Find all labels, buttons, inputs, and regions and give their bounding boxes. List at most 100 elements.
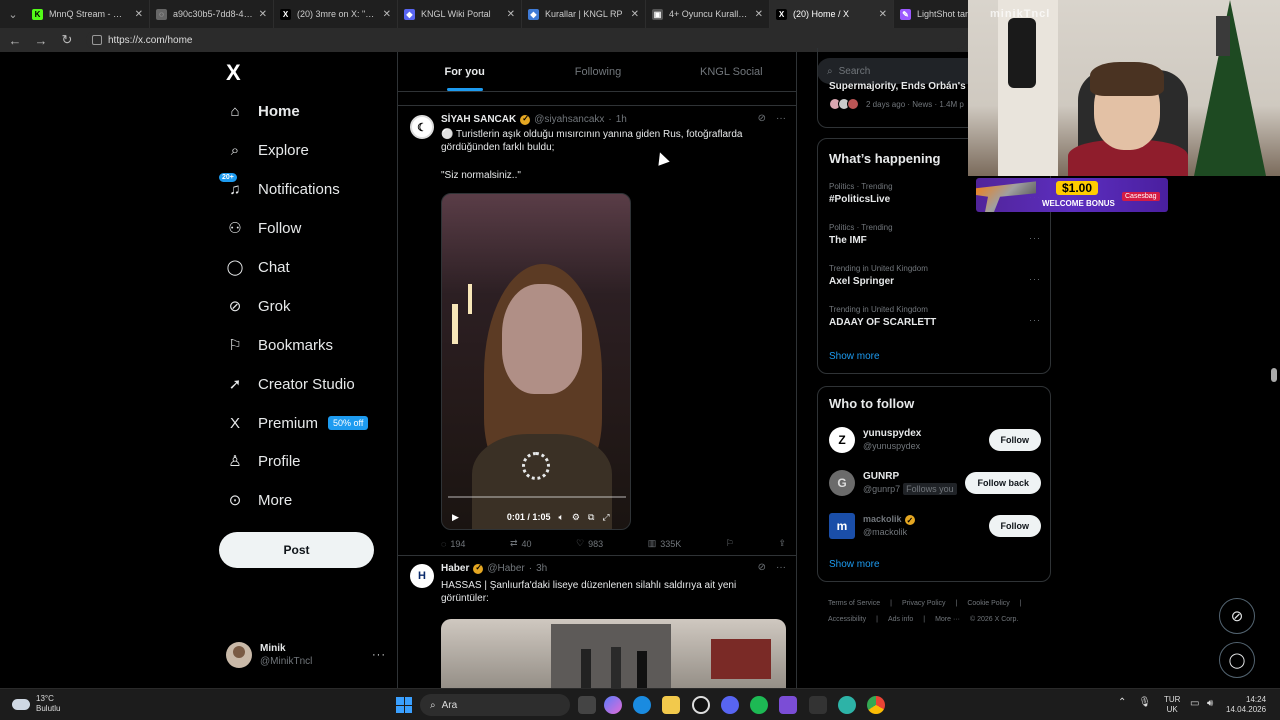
url-field[interactable]: https://x.com/home [86, 31, 966, 49]
browser-tab[interactable]: X (20) Home / X ✕ [770, 0, 894, 28]
footer-link[interactable]: More ··· [935, 612, 960, 628]
follow-button[interactable]: Follow [988, 515, 1041, 537]
nav-item-premium[interactable]: X Premium 50% off [226, 408, 369, 438]
browser-tab[interactable]: ◆ KNGL Wiki Portal ✕ [398, 0, 522, 28]
more-icon[interactable]: ··· [776, 562, 786, 573]
views-button[interactable]: ▥ 335K [648, 538, 682, 549]
browser-tab[interactable]: K MnnQ Stream - Watch L ✕ [26, 0, 150, 28]
share-button[interactable]: ⇪ [778, 538, 786, 549]
footer-link[interactable]: Cookie Policy [967, 596, 1009, 612]
more-icon[interactable]: ··· [1029, 274, 1041, 284]
task-view-icon[interactable] [578, 696, 596, 714]
forward-icon[interactable]: → [34, 33, 48, 48]
tweet-avatar[interactable]: ☾ [410, 115, 434, 139]
more-icon[interactable]: ··· [1029, 315, 1041, 325]
tweet-time[interactable]: 3h [536, 563, 547, 574]
spotify-icon[interactable] [750, 696, 768, 714]
browser-tab[interactable]: X (20) 3mre on X: "Kız: Ro ✕ [274, 0, 398, 28]
account-switcher[interactable]: Minik @MinikTncl ··· [226, 640, 386, 670]
x-logo[interactable]: X [226, 60, 241, 86]
follow-suggestion[interactable]: G GUNRP @gunrp7 Follows you Follow back [829, 468, 1041, 498]
footer-link[interactable]: Terms of Service [828, 596, 880, 612]
close-tab-icon[interactable]: ✕ [631, 9, 639, 20]
tweet-avatar[interactable]: H [410, 564, 434, 588]
close-tab-icon[interactable]: ✕ [879, 9, 887, 20]
show-more-trends[interactable]: Show more [829, 351, 880, 362]
volume-icon[interactable]: 🔈︎ [558, 512, 563, 523]
app-icon[interactable] [779, 696, 797, 714]
tab-for-you[interactable]: For you [398, 52, 531, 91]
nav-item-more[interactable]: ⊙ More [226, 485, 292, 515]
nav-item-creator-studio[interactable]: ➚ Creator Studio [226, 369, 355, 399]
nav-item-bookmarks[interactable]: ⚐ Bookmarks [226, 330, 333, 360]
nav-item-explore[interactable]: ⌕ Explore [226, 135, 309, 165]
tab-list-icon[interactable]: ⌄ [0, 0, 26, 28]
start-button-icon[interactable] [396, 697, 412, 713]
close-tab-icon[interactable]: ✕ [259, 9, 267, 20]
more-icon[interactable]: ··· [776, 113, 786, 124]
close-tab-icon[interactable]: ✕ [383, 9, 391, 20]
steam-icon[interactable] [692, 696, 710, 714]
follow-back-button[interactable]: Follow back [965, 472, 1041, 494]
post-button[interactable]: Post [219, 532, 374, 568]
nav-item-profile[interactable]: ♙ Profile [226, 446, 300, 476]
messages-fab-icon[interactable]: ◯ [1219, 642, 1255, 678]
browser-tab[interactable]: ▣ 4+ Oyuncu Kuralları ✕ [646, 0, 770, 28]
trend-item[interactable]: Trending in United Kingdom Axel Springer… [829, 264, 1041, 287]
tray-overflow-icon[interactable]: ⌃ [1118, 697, 1126, 708]
tweet-video[interactable]: ▶ 0:01 / 1:05 🔈︎ ⚙ ⧉ ⤢ [441, 193, 631, 530]
volume-icon[interactable]: 🔊︎ [1207, 698, 1213, 709]
like-button[interactable]: ♡ 983 [576, 538, 603, 549]
nav-item-notifications[interactable]: ♫ 20+ Notifications [218, 172, 340, 204]
fullscreen-icon[interactable]: ⤢ [602, 512, 609, 523]
play-icon[interactable]: ▶ [452, 512, 459, 523]
picture-in-picture-icon[interactable]: ⧉ [588, 512, 594, 523]
clock[interactable]: 14:24 14.04.2026 [1226, 695, 1266, 715]
edge-icon[interactable] [633, 696, 651, 714]
footer-link[interactable]: © 2026 X Corp. [970, 612, 1018, 628]
nav-item-grok[interactable]: ⊘ Grok [226, 291, 291, 321]
avatar[interactable]: Z [829, 427, 855, 453]
grok-icon[interactable]: ⊘ [758, 113, 766, 124]
video-progress-bar[interactable] [448, 496, 626, 498]
network-icon[interactable]: ▭ [1190, 698, 1199, 709]
settings-icon[interactable]: ⚙ [572, 512, 580, 523]
browser-tab[interactable]: ◌ a90c30b5-7dd8-4be0- ✕ [150, 0, 274, 28]
tweet[interactable]: H Haber @Haber · 3h ⊘ ··· HASSAS | Şanlı… [398, 556, 796, 688]
tweet-handle[interactable]: @Haber [487, 563, 524, 574]
trend-item[interactable]: Trending in United Kingdom ADAAY OF SCAR… [829, 305, 1041, 328]
nav-item-home[interactable]: ⌂ Home [226, 96, 299, 126]
nav-item-chat[interactable]: ◯ Chat [226, 252, 290, 282]
file-explorer-icon[interactable] [662, 696, 680, 714]
show-more-follow[interactable]: Show more [829, 559, 880, 570]
scrollbar-thumb[interactable] [1271, 368, 1277, 382]
tab-following[interactable]: Following [531, 52, 664, 91]
reply-button[interactable]: ◌ 194 [441, 538, 465, 549]
copilot-icon[interactable] [604, 696, 622, 714]
app-icon[interactable] [838, 696, 856, 714]
tweet-author-name[interactable]: Haber [441, 563, 469, 574]
grok-icon[interactable]: ⊘ [758, 562, 766, 573]
site-info-icon[interactable] [92, 35, 102, 45]
avatar[interactable]: m [829, 513, 855, 539]
follow-suggestion[interactable]: Z yunuspydex @yunuspydex Follow [829, 425, 1041, 455]
grok-fab-icon[interactable]: ⊘ [1219, 598, 1255, 634]
taskbar-search[interactable]: ⌕ Ara [420, 694, 570, 716]
close-tab-icon[interactable]: ✕ [507, 9, 515, 20]
footer-link[interactable]: Ads info [888, 612, 913, 628]
avatar[interactable]: G [829, 470, 855, 496]
more-icon[interactable]: ··· [1029, 233, 1041, 243]
footer-link[interactable]: Privacy Policy [902, 596, 946, 612]
follow-suggestion[interactable]: m mackolik @mackolik Follow [829, 511, 1041, 541]
trend-item[interactable]: Politics · Trending The IMF ··· [829, 223, 1041, 246]
microphone-icon[interactable]: 🎙︎ [1138, 697, 1151, 708]
repost-button[interactable]: ⇄ 40 [510, 538, 532, 549]
nav-item-follow[interactable]: ⚇ Follow [226, 213, 301, 243]
tab-kngl-social[interactable]: KNGL Social [665, 52, 796, 91]
footer-link[interactable]: Accessibility [828, 612, 866, 628]
tweet-author-name[interactable]: SİYAH SANCAK [441, 114, 516, 125]
tweet-image[interactable] [441, 619, 786, 688]
tweet-time[interactable]: 1h [616, 114, 627, 125]
close-tab-icon[interactable]: ✕ [755, 9, 763, 20]
chrome-icon[interactable] [867, 696, 885, 714]
